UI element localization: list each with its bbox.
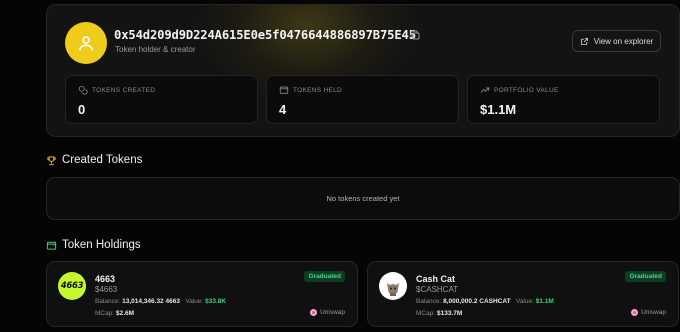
graduated-badge: Graduated [304,271,345,282]
stat-value: 0 [78,102,86,117]
token-logo-cash-cat [379,272,407,300]
stat-tokens-created: TOKENS CREATED 0 [65,75,258,124]
dex-name: Uniswap [641,309,666,316]
stat-value: $1.1M [480,102,517,117]
mcap-line: MCap: $2.6M [95,310,134,317]
empty-state-text: No tokens created yet [326,194,400,203]
balance-label: Balance: [416,298,442,305]
mcap-value: $133.7M [436,310,463,317]
wallet-icon [279,86,289,94]
created-tokens-title: Created Tokens [62,154,143,166]
profile-card: 0x54d209d9D224A615E0e5f0476644886897B75E… [46,4,680,137]
external-link-icon [580,37,588,45]
graduated-badge: Graduated [625,271,666,282]
mcap-label: MCap: [416,310,436,317]
balance-label: Balance: [95,298,121,305]
mcap-label: MCap: [95,310,115,317]
copy-icon[interactable] [409,29,421,41]
view-on-explorer-label: View on explorer [593,36,654,46]
cat-icon [387,283,399,296]
holding-card-cash-cat[interactable]: Cash Cat $CASHCAT Graduated Balance: 8,0… [367,261,679,327]
coins-icon [78,85,88,95]
mcap-line: MCap: $133.7M [416,310,462,317]
stat-label: TOKENS HELD [293,87,343,94]
wallet-address: 0x54d209d9D224A615E0e5f0476644886897B75E… [114,28,416,42]
role-label: Token holder & creator [115,45,196,54]
user-icon [79,36,93,51]
stat-label: PORTFOLIO VALUE [494,87,559,94]
value-label: Value: [515,298,534,305]
stat-label: TOKENS CREATED [92,87,156,94]
mcap-value: $2.6M [115,310,135,317]
balance-value: 13,014,346.32 4663 [122,298,180,305]
balance-value: 8,000,000.2 CASHCAT [443,298,511,305]
balance-line: Balance: 13,014,346.32 4663 Value: $33.8… [95,298,226,305]
dex-tag: Uniswap [310,309,345,316]
created-tokens-empty-state: No tokens created yet [46,177,680,220]
token-name: Cash Cat [416,274,456,284]
value-amount: $33.8K [205,298,227,305]
value-amount: $1.1M [535,298,554,305]
token-holdings-heading: Token Holdings [46,239,141,251]
stat-portfolio-value: PORTFOLIO VALUE $1.1M [467,75,660,124]
token-name: 4663 [95,274,116,284]
token-logo-text: 4663 [60,281,84,291]
uniswap-icon [631,309,639,316]
token-logo-4663: 4663 [58,272,86,300]
stat-tokens-held: TOKENS HELD 4 [266,75,459,124]
uniswap-icon [310,309,318,316]
wallet-icon [46,241,57,250]
token-holdings-title: Token Holdings [62,239,141,251]
avatar [65,22,107,64]
dex-name: Uniswap [320,309,345,316]
token-symbol: $CASHCAT [416,285,459,294]
trophy-icon [47,155,56,165]
view-on-explorer-button[interactable]: View on explorer [572,30,661,52]
created-tokens-heading: Created Tokens [46,154,142,166]
balance-line: Balance: 8,000,000.2 CASHCAT Value: $1.1… [416,298,554,305]
value-label: Value: [185,298,204,305]
holding-card-4663[interactable]: 4663 4663 $4663 Graduated Balance: 13,01… [46,261,358,327]
dex-tag: Uniswap [631,309,666,316]
trend-up-icon [480,87,490,93]
token-symbol: $4663 [95,285,118,294]
stat-value: 4 [279,102,287,117]
